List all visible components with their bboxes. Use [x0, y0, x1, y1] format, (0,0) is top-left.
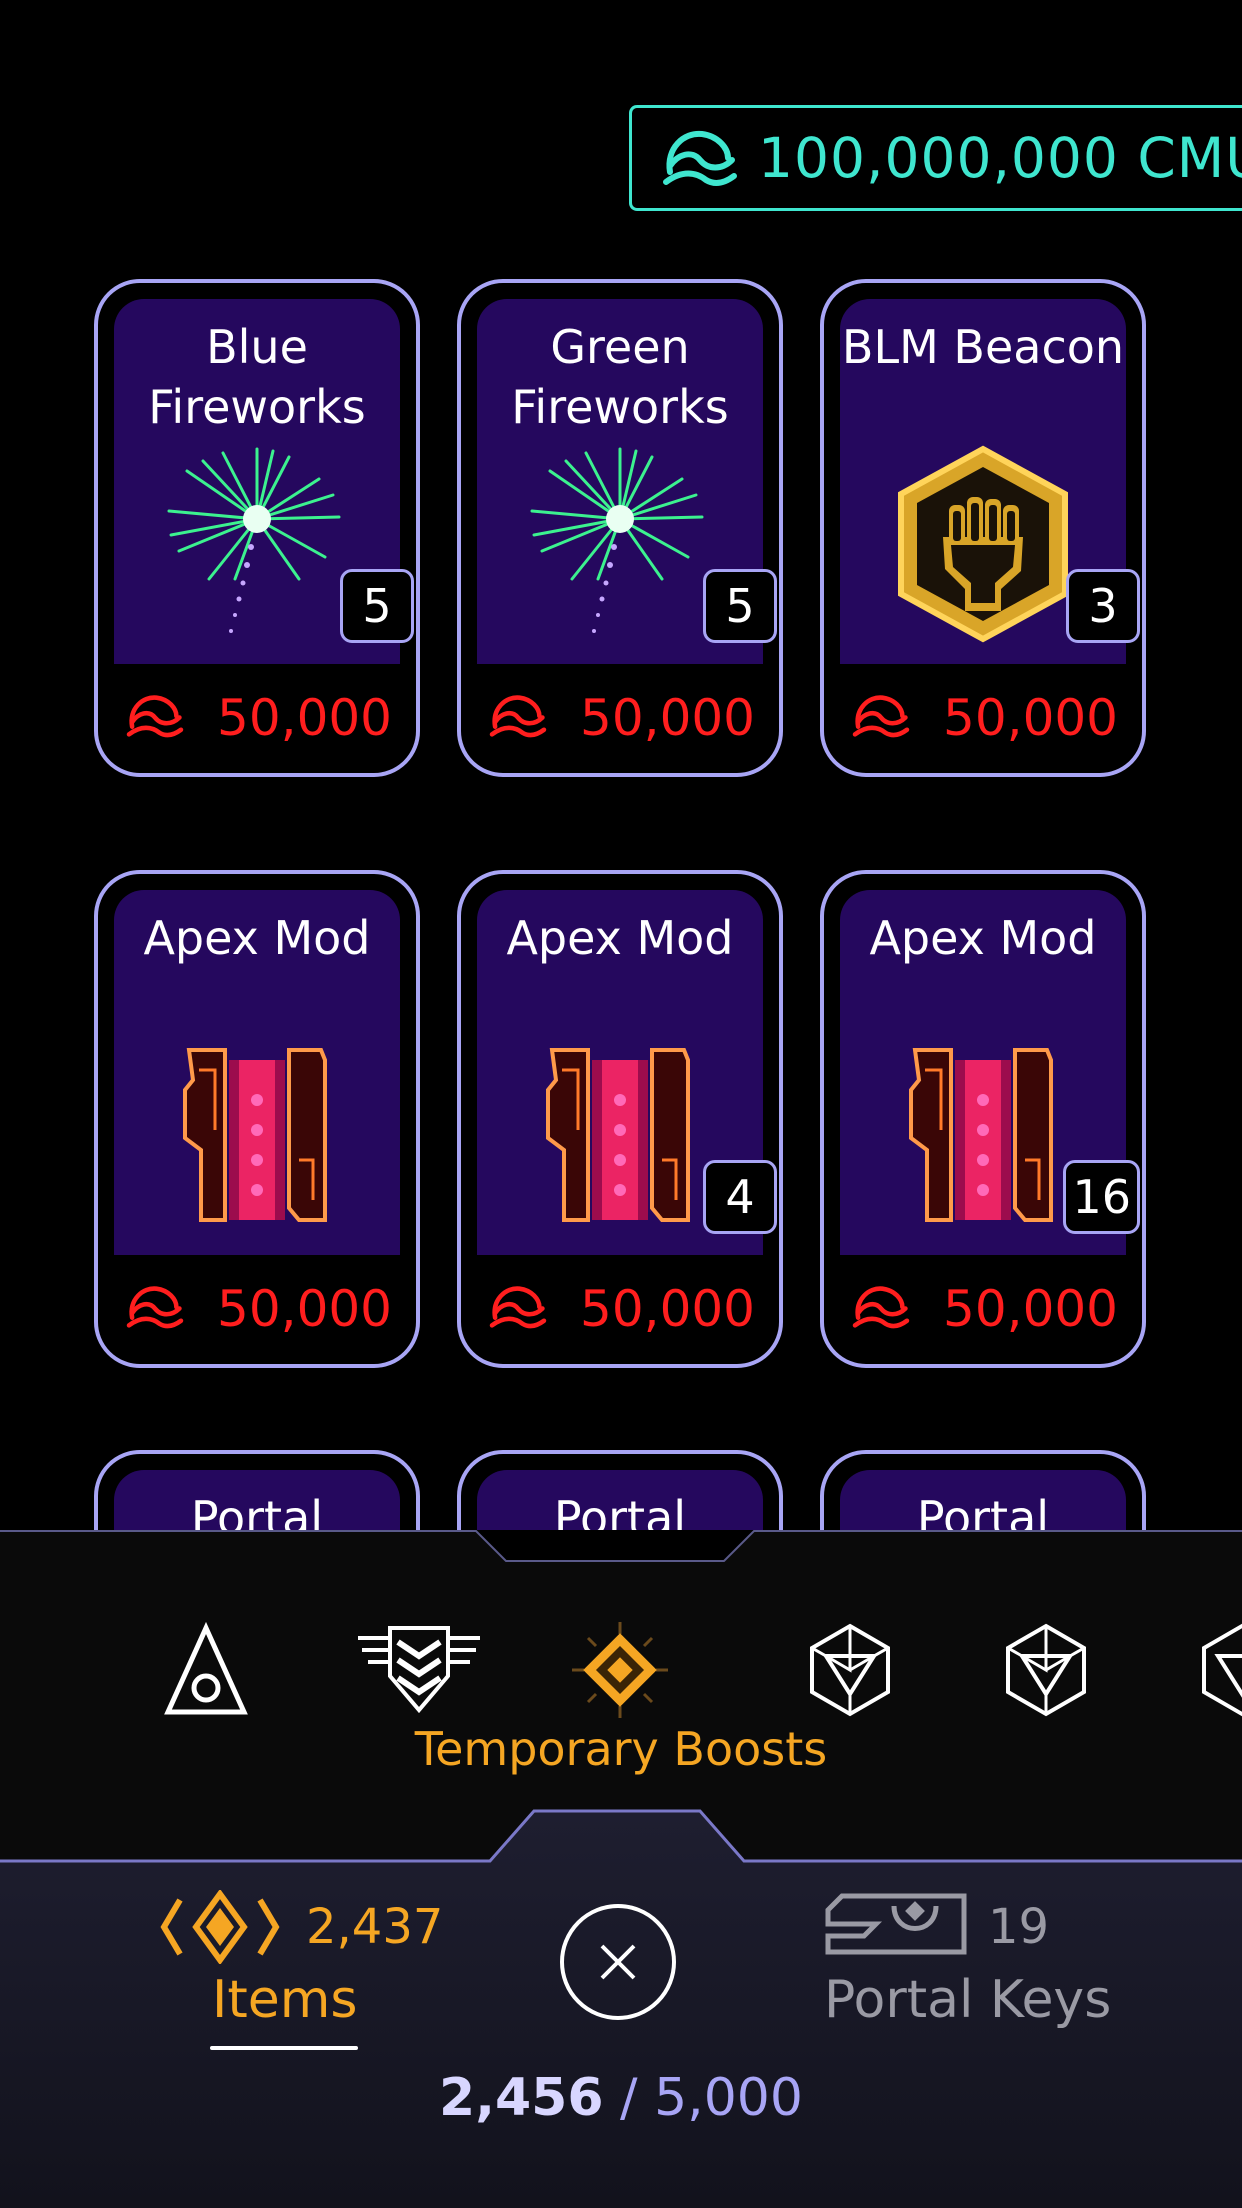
item-price-row: 50,000 — [98, 1274, 416, 1344]
all-items-icon[interactable] — [156, 1620, 256, 1720]
item-card-art-area: Portal — [114, 1470, 400, 1530]
item-price: 50,000 — [217, 1280, 392, 1338]
item-title: Apex Mod — [869, 911, 1097, 965]
selected-category-label: Temporary Boosts — [414, 1722, 828, 1776]
item-card-art-area: Apex Mod — [114, 890, 400, 1255]
item-grid: Blue Fireworks 5 50,000 Green Fireworks … — [0, 0, 1242, 1530]
item-price-row: 50,000 — [461, 1274, 779, 1344]
capacity-separator: / — [603, 2068, 655, 2128]
item-card[interactable]: Portal — [94, 1450, 420, 1530]
item-title: Portal Fracker — [553, 1491, 687, 1530]
item-count-badge: 3 — [1066, 569, 1140, 643]
resonator-icon[interactable] — [1192, 1620, 1242, 1720]
portal-keys-count: 19 — [988, 1899, 1050, 1955]
item-price: 50,000 — [580, 1280, 755, 1338]
active-tab-indicator — [210, 2046, 358, 2050]
close-button[interactable] — [560, 1904, 676, 2020]
item-card[interactable]: Portal — [820, 1450, 1146, 1530]
cmu-icon — [489, 1282, 547, 1332]
item-card[interactable]: Green Fireworks 5 50,000 — [457, 279, 783, 777]
item-price: 50,000 — [580, 689, 755, 747]
item-title: BLM Beacon — [841, 320, 1125, 374]
item-title: Apex Mod — [143, 911, 371, 965]
shield-rank-icon[interactable] — [354, 1620, 484, 1720]
item-count-badge: 5 — [340, 569, 414, 643]
cmu-icon — [852, 691, 910, 741]
cmu-icon — [126, 1282, 184, 1332]
item-price: 50,000 — [943, 689, 1118, 747]
item-price: 50,000 — [217, 689, 392, 747]
temporary-boosts-icon[interactable] — [570, 1620, 670, 1720]
item-card[interactable]: Portal Fracker — [457, 1450, 783, 1530]
item-card-art-area: Portal — [840, 1470, 1126, 1530]
item-title: Apex Mod — [506, 911, 734, 965]
item-count-badge: 5 — [703, 569, 777, 643]
close-icon — [600, 1944, 636, 1980]
cmu-icon — [489, 691, 547, 741]
items-icon — [160, 1890, 280, 1964]
resonator-icon[interactable] — [800, 1620, 900, 1720]
item-card[interactable]: Apex Mod 16 50,000 — [820, 870, 1146, 1368]
item-title: Portal — [190, 1491, 324, 1530]
cmu-icon — [852, 1282, 910, 1332]
item-title: Green Fireworks — [511, 320, 729, 434]
tab-portal-keys[interactable]: 19 Portal Keys — [820, 1890, 1160, 2060]
item-card-art-area: Portal Fracker — [477, 1470, 763, 1530]
apex-mod-icon — [512, 1030, 728, 1240]
item-card[interactable]: Blue Fireworks 5 50,000 — [94, 279, 420, 777]
tab-items[interactable]: 2,437 Items — [150, 1890, 450, 2060]
item-price-row: 50,000 — [824, 1274, 1142, 1344]
item-price: 50,000 — [943, 1280, 1118, 1338]
item-price-row: 50,000 — [98, 683, 416, 753]
item-price-row: 50,000 — [461, 683, 779, 753]
portal-key-icon — [825, 1893, 967, 1955]
capacity-used: 2,456 — [439, 2068, 604, 2128]
item-card[interactable]: Apex Mod 4 50,000 — [457, 870, 783, 1368]
fist-beacon-icon — [875, 439, 1091, 649]
capacity-total: 5,000 — [654, 2068, 803, 2128]
inventory-capacity: 2,456 / 5,000 — [0, 2068, 1242, 2128]
item-price-row: 50,000 — [824, 683, 1142, 753]
apex-mod-icon — [875, 1030, 1091, 1240]
portal-keys-tab-label: Portal Keys — [824, 1970, 1112, 2030]
item-count-badge: 4 — [703, 1160, 777, 1234]
items-count: 2,437 — [306, 1899, 444, 1955]
item-card[interactable]: Apex Mod 50,000 — [94, 870, 420, 1368]
item-count-badge: 16 — [1063, 1160, 1140, 1234]
apex-mod-icon — [149, 1030, 365, 1240]
items-tab-label: Items — [212, 1970, 358, 2030]
fireworks-icon — [149, 439, 365, 649]
resonator-icon[interactable] — [996, 1620, 1096, 1720]
item-card[interactable]: BLM Beacon 3 50,000 — [820, 279, 1146, 777]
cmu-icon — [126, 691, 184, 741]
item-title: Portal — [916, 1491, 1050, 1530]
item-title: Blue Fireworks — [148, 320, 366, 434]
fireworks-icon — [512, 439, 728, 649]
